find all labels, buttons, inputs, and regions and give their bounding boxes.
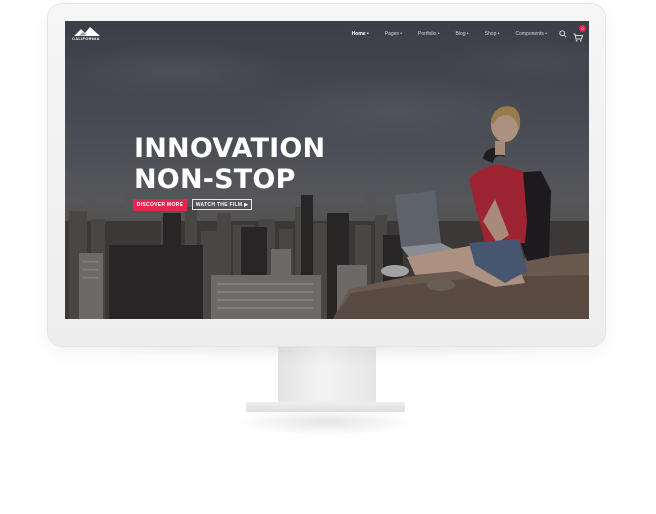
- nav-item-components[interactable]: Components •: [516, 31, 548, 37]
- nav-item-pages[interactable]: Pages •: [385, 31, 402, 37]
- watch-the-film-button[interactable]: WATCH THE FILM ▶: [192, 199, 252, 210]
- nav-item-shop[interactable]: Shop •: [485, 31, 500, 37]
- nav-item-portfolio[interactable]: Portfolio •: [418, 31, 439, 37]
- monitor-stand-base: [246, 402, 405, 412]
- hero-headline-line-1: INNOVATION: [134, 133, 326, 164]
- nav-item-blog[interactable]: Blog •: [456, 31, 469, 37]
- cart-button[interactable]: 0: [573, 25, 586, 42]
- logo-text[interactable]: CALIFORNIA: [72, 36, 106, 41]
- monitor-stand-neck: [278, 346, 376, 404]
- website-screen: CALIFORNIA Home • Pages • Portfolio • Bl…: [65, 21, 589, 319]
- discover-more-button[interactable]: DISCOVER MORE: [133, 199, 187, 211]
- hero-headline: INNOVATION NON-STOP: [134, 133, 325, 195]
- hero-headline-line-2: NON-STOP: [134, 164, 296, 195]
- cart-icon: [573, 33, 584, 42]
- search-icon[interactable]: [559, 30, 567, 38]
- stand-shadow: [236, 408, 416, 436]
- nav-item-home[interactable]: Home •: [352, 31, 369, 37]
- cart-count-badge: 0: [579, 25, 586, 32]
- main-navigation: Home • Pages • Portfolio • Blog • Shop •…: [336, 25, 586, 42]
